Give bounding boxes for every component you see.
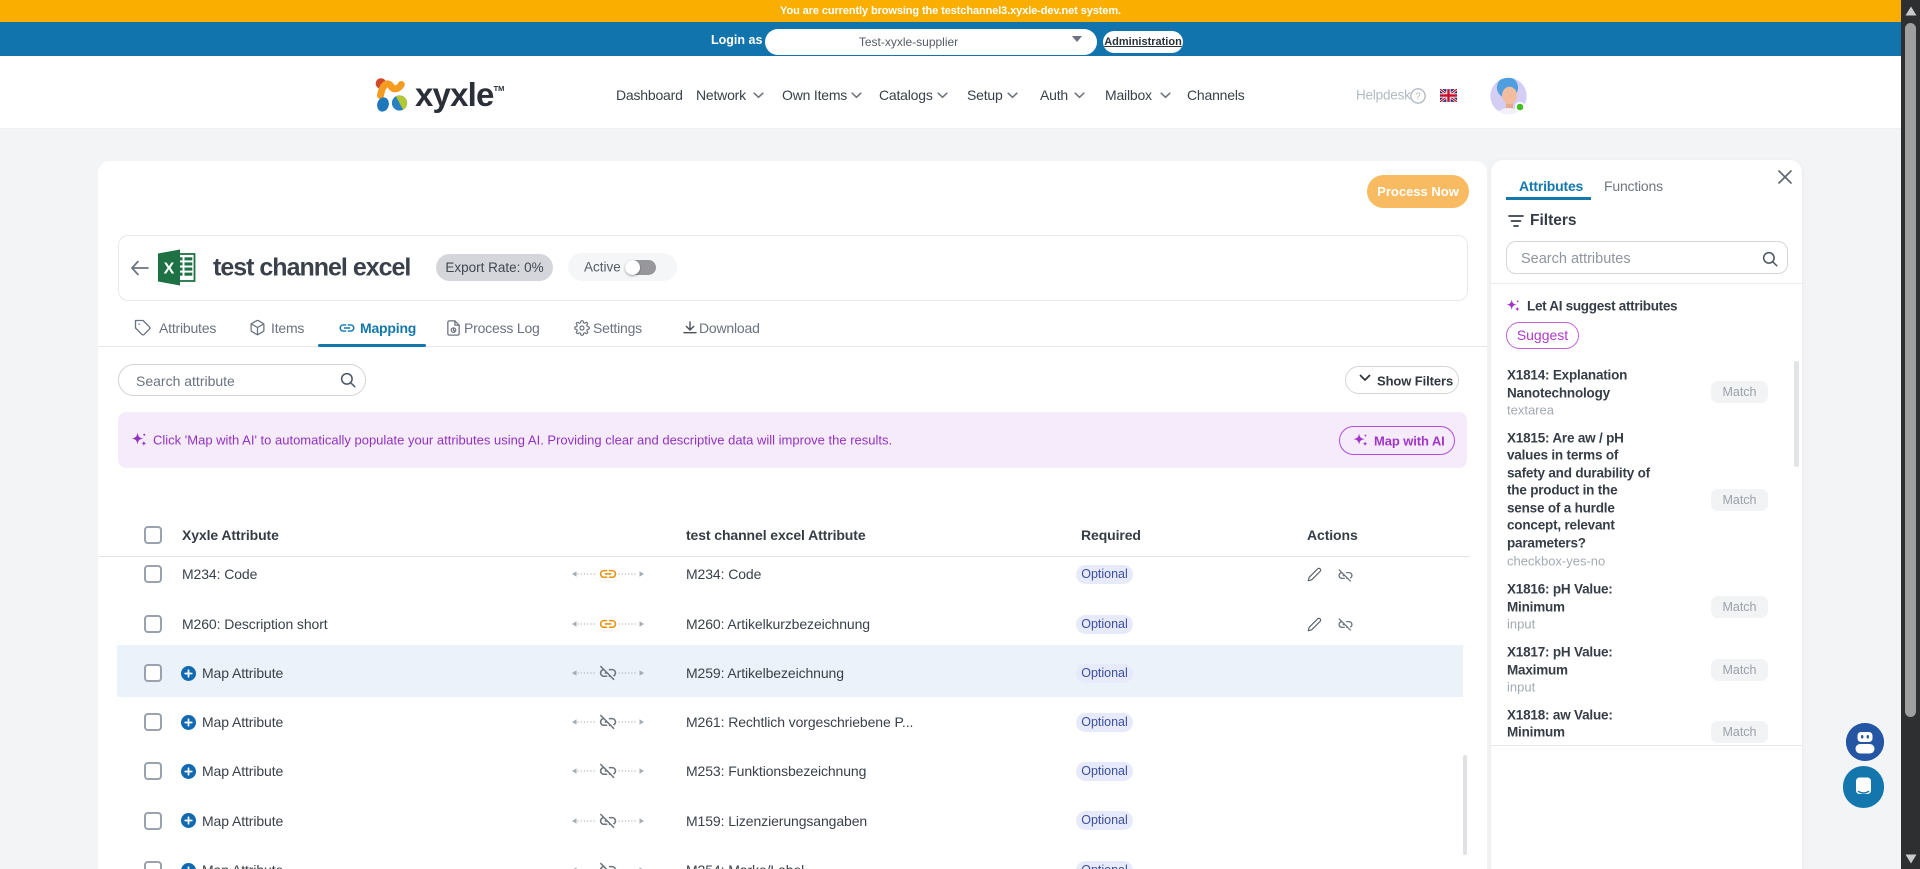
svg-text:X: X [164,261,175,278]
svg-text:?: ? [1415,91,1421,102]
